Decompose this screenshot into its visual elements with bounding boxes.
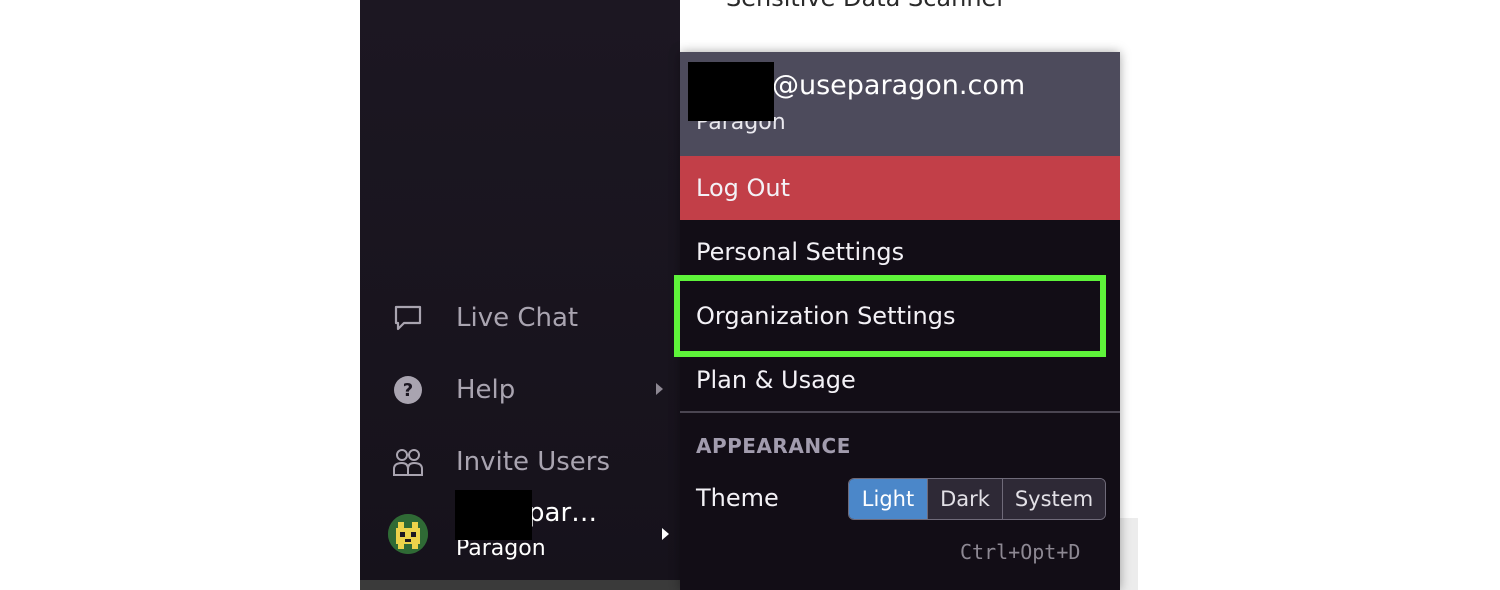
appearance-section-title: APPEARANCE [696,434,851,458]
help-circle-icon: ? [390,372,426,408]
users-icon [390,444,426,480]
chevron-right-icon [656,383,663,395]
menu-user-email: @useparagon.com [772,70,1026,101]
chat-bubble-icon [390,300,426,336]
sidebar-item-invite-users[interactable]: Invite Users [390,442,680,482]
sidebar-item-live-chat[interactable]: Live Chat [390,298,680,338]
redaction-box [688,62,774,121]
menu-header: @useparagon.com Paragon [680,52,1120,156]
content-edge [1120,518,1138,590]
sidebar-item-help[interactable]: ? Help [390,370,680,410]
theme-light-option[interactable]: Light [849,479,927,519]
sidebar-item-label: Live Chat [456,303,579,333]
organization-settings-item[interactable]: Organization Settings [680,284,1120,348]
redaction-box [455,490,532,540]
svg-text:?: ? [403,380,413,401]
log-out-button[interactable]: Log Out [680,156,1120,220]
theme-dark-option[interactable]: Dark [927,479,1003,519]
sidebar-item-label: Help [456,375,516,405]
sidebar-item-label: Invite Users [456,447,611,477]
page-heading: Sensitive Data Scanner [726,0,1006,12]
theme-toggle: Light Dark System [848,478,1106,520]
menu-divider [680,411,1120,413]
personal-settings-item[interactable]: Personal Settings [680,220,1120,284]
theme-label: Theme [696,484,779,512]
account-menu: @useparagon.com Paragon Log Out Personal… [680,52,1120,590]
theme-system-option[interactable]: System [1003,479,1105,519]
avatar-icon [388,514,428,554]
theme-shortcut-hint: Ctrl+Opt+D [960,540,1081,564]
plan-usage-item[interactable]: Plan & Usage [680,348,1120,412]
sidebar-edge [360,580,680,590]
chevron-right-icon [662,528,669,540]
